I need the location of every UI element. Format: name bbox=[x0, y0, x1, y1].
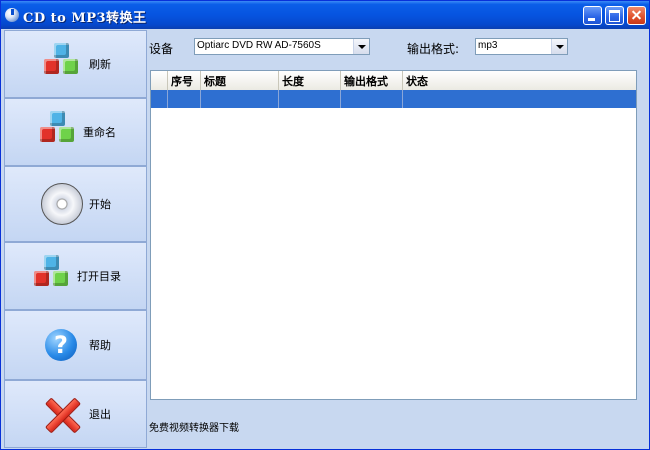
format-label: 输出格式: bbox=[407, 42, 460, 56]
help-label: 帮助 bbox=[89, 339, 111, 352]
red-x-icon bbox=[45, 397, 79, 431]
device-label: 设备 bbox=[149, 42, 174, 56]
exit-button[interactable]: 退出 bbox=[4, 380, 147, 448]
title-bar[interactable]: CD to MP3转换王 bbox=[1, 1, 649, 29]
column-header-format[interactable]: 输出格式 bbox=[341, 71, 403, 90]
rename-label: 重命名 bbox=[83, 126, 116, 139]
cubes-icon bbox=[39, 43, 89, 85]
app-window: CD to MP3转换王 刷新 重命名 开始 打开目录 ? 帮助 退出 设备 O… bbox=[0, 0, 650, 450]
download-link[interactable]: 免费视频转换器下载 bbox=[149, 419, 239, 434]
table-cell bbox=[403, 90, 636, 108]
help-button[interactable]: ? 帮助 bbox=[4, 310, 147, 380]
table-cell bbox=[201, 90, 279, 108]
column-header-status[interactable]: 状态 bbox=[403, 71, 636, 90]
window-title: CD to MP3转换王 bbox=[23, 11, 147, 26]
device-select[interactable]: Optiarc DVD RW AD-7560S bbox=[194, 38, 370, 55]
cubes-icon bbox=[35, 111, 85, 153]
table-cell bbox=[151, 90, 168, 108]
rename-button[interactable]: 重命名 bbox=[4, 98, 147, 166]
format-select[interactable]: mp3 bbox=[475, 38, 568, 55]
device-select-value: Optiarc DVD RW AD-7560S bbox=[197, 40, 321, 51]
refresh-label: 刷新 bbox=[89, 58, 111, 71]
help-icon: ? bbox=[45, 329, 77, 361]
table-cell bbox=[279, 90, 341, 108]
cubes-icon bbox=[29, 255, 79, 297]
table-row[interactable] bbox=[151, 90, 636, 108]
sidebar-toolbar: 刷新 重命名 开始 打开目录 ? 帮助 退出 bbox=[4, 30, 147, 448]
table-cell bbox=[168, 90, 201, 108]
minimize-button[interactable] bbox=[583, 6, 602, 25]
refresh-button[interactable]: 刷新 bbox=[4, 30, 147, 98]
column-header-index[interactable]: 序号 bbox=[168, 71, 201, 90]
start-label: 开始 bbox=[89, 198, 111, 211]
chevron-down-icon[interactable] bbox=[551, 39, 567, 54]
close-button[interactable] bbox=[627, 6, 646, 25]
format-select-value: mp3 bbox=[478, 40, 498, 51]
table-cell bbox=[341, 90, 403, 108]
chevron-down-icon[interactable] bbox=[353, 39, 369, 54]
open-folder-button[interactable]: 打开目录 bbox=[4, 242, 147, 310]
column-header-length[interactable]: 长度 bbox=[279, 71, 341, 90]
table-header: 序号 标题 长度 输出格式 状态 bbox=[151, 71, 636, 91]
cd-disc-icon bbox=[41, 183, 83, 225]
app-icon bbox=[5, 8, 19, 22]
track-table[interactable]: 序号 标题 长度 输出格式 状态 bbox=[150, 70, 637, 400]
column-header-title[interactable]: 标题 bbox=[201, 71, 279, 90]
exit-label: 退出 bbox=[89, 408, 111, 421]
start-button[interactable]: 开始 bbox=[4, 166, 147, 242]
column-header-check[interactable] bbox=[151, 71, 168, 90]
main-panel: 设备 Optiarc DVD RW AD-7560S 输出格式: mp3 序号 … bbox=[148, 30, 648, 448]
maximize-button[interactable] bbox=[605, 6, 624, 25]
open-folder-label: 打开目录 bbox=[77, 270, 121, 283]
